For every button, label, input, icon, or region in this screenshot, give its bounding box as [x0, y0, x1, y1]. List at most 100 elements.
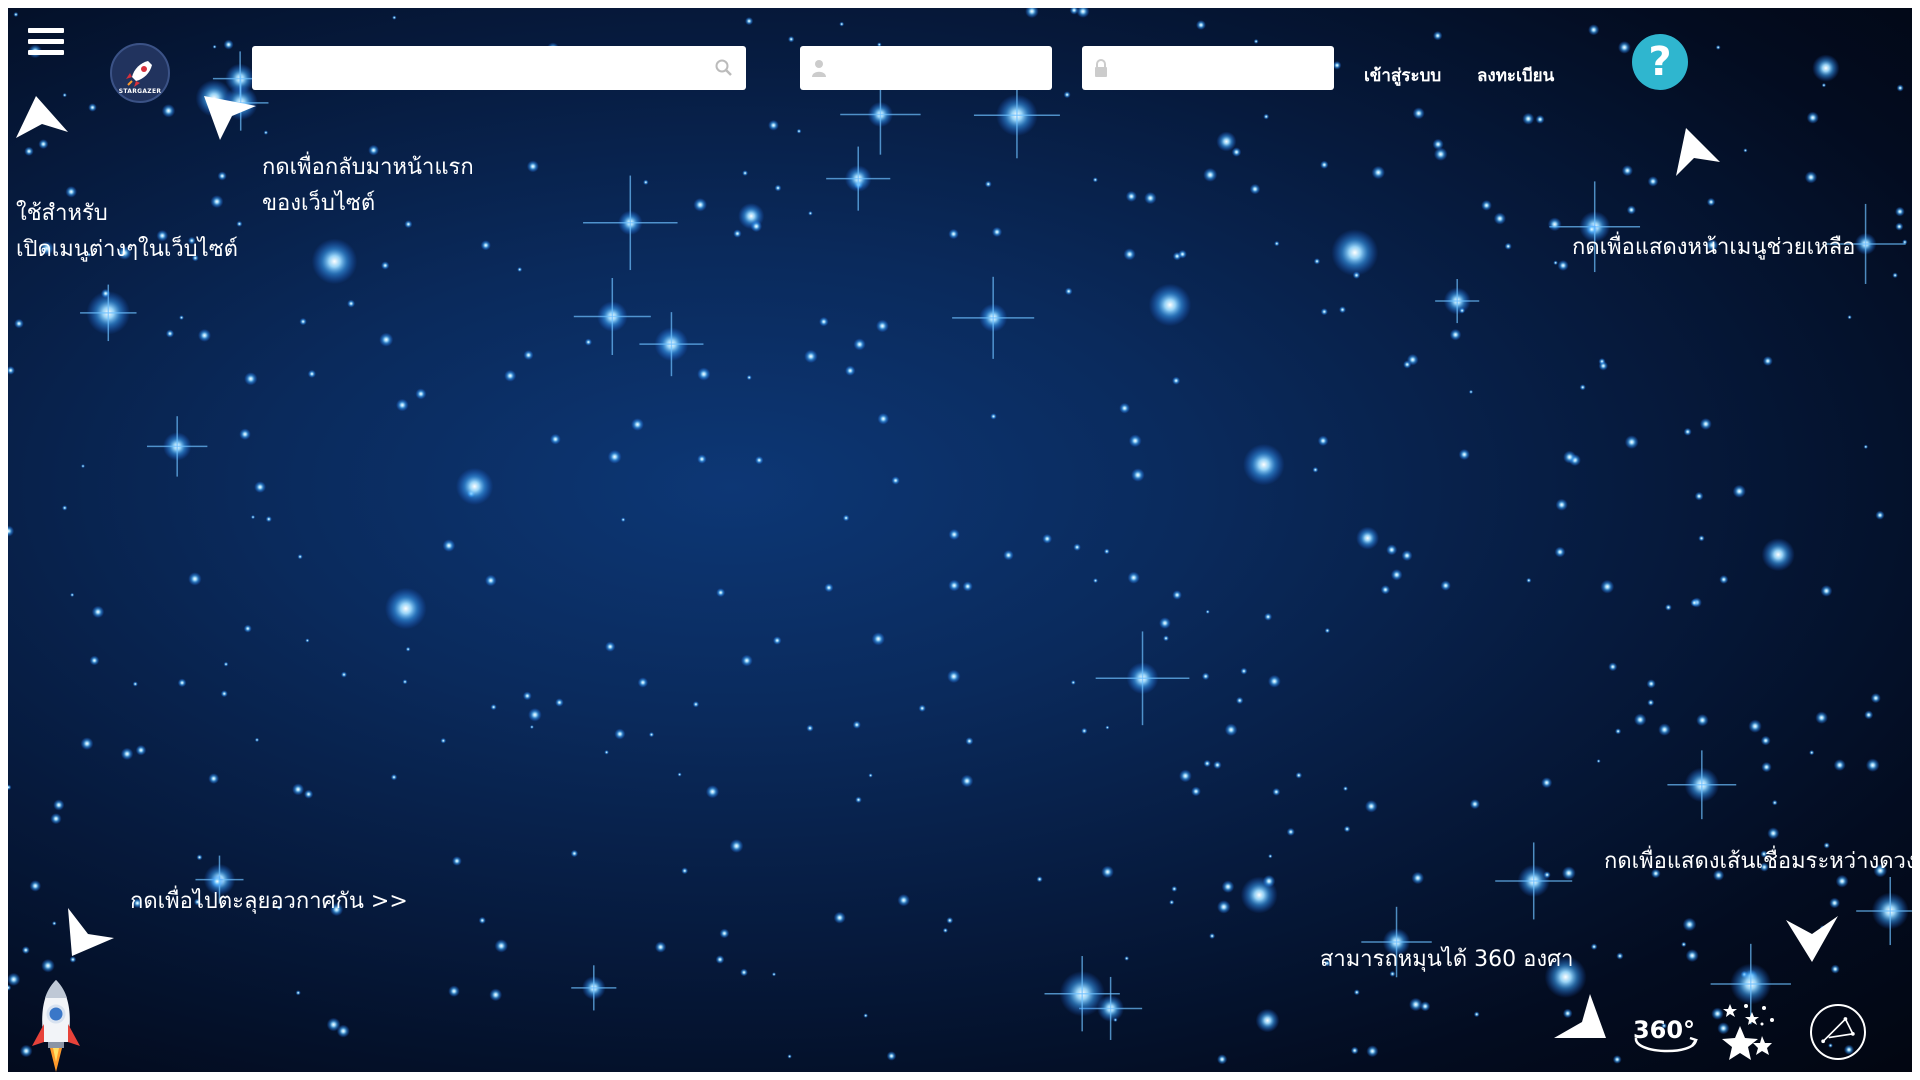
star	[1131, 468, 1145, 482]
star	[299, 317, 307, 326]
star	[81, 464, 85, 469]
star	[614, 728, 626, 740]
star	[808, 211, 813, 216]
star	[1263, 113, 1270, 120]
help-button[interactable]: ?	[1632, 34, 1688, 90]
star	[1320, 160, 1329, 169]
stars-toggle-button[interactable]	[1716, 998, 1786, 1068]
constellation-button[interactable]	[1804, 998, 1874, 1068]
rotate-360-button[interactable]: 360°	[1630, 998, 1700, 1068]
star	[1268, 854, 1273, 859]
star	[13, 12, 19, 17]
star	[379, 332, 394, 347]
travel-hint: กดเพื่อไปตะลุยอวกาศกัน >>	[130, 889, 408, 914]
user-icon	[812, 60, 826, 77]
star	[1706, 197, 1716, 207]
search-box[interactable]	[252, 46, 746, 90]
star	[1493, 212, 1506, 225]
star	[555, 698, 564, 707]
star	[1268, 674, 1281, 688]
star	[1553, 260, 1558, 266]
star	[478, 916, 486, 925]
star	[1715, 45, 1721, 50]
home-hint-line1: กดเพื่อกลับมาหน้าแรก	[262, 155, 474, 180]
star	[804, 349, 818, 364]
star	[1409, 997, 1423, 1012]
star	[29, 880, 42, 892]
star	[1073, 543, 1081, 551]
star	[1406, 353, 1419, 366]
star	[1815, 711, 1828, 724]
password-input[interactable]	[1082, 46, 1322, 90]
star	[177, 678, 187, 688]
star	[681, 867, 689, 875]
star	[942, 927, 949, 934]
star	[1350, 1046, 1359, 1055]
star	[833, 911, 846, 924]
space-viewport[interactable]: STARGAZER เข้าสู่ระบบ ลงทะเบียน ? ใช้สำห…	[8, 8, 1912, 1072]
star	[529, 725, 534, 729]
star	[1440, 580, 1451, 591]
star	[1203, 759, 1211, 768]
star	[440, 737, 447, 744]
star	[1172, 376, 1181, 385]
star	[772, 636, 782, 645]
star	[1647, 176, 1659, 187]
username-field[interactable]	[800, 46, 1052, 90]
star	[604, 750, 609, 755]
star	[62, 505, 68, 511]
star	[1262, 874, 1276, 888]
star	[217, 171, 227, 181]
star	[223, 39, 234, 50]
star	[852, 720, 861, 729]
constellation-hint: กดเพื่อแสดงเส้นเชื่อมระหว่างดวงดาว	[1604, 849, 1912, 874]
star	[1331, 229, 1379, 277]
star	[8, 984, 12, 991]
star	[1213, 760, 1222, 770]
star	[80, 737, 94, 750]
star	[1312, 466, 1319, 473]
home-logo-button[interactable]: STARGAZER	[110, 43, 170, 103]
star	[768, 119, 779, 131]
star	[1685, 949, 1699, 963]
star	[550, 433, 561, 445]
star	[697, 367, 711, 381]
password-field[interactable]	[1082, 46, 1334, 90]
star	[70, 592, 75, 598]
search-input[interactable]	[252, 46, 716, 90]
star	[1295, 772, 1303, 779]
star	[1690, 598, 1699, 607]
register-link[interactable]: ลงทะเบียน	[1477, 62, 1554, 89]
star	[494, 939, 508, 953]
star	[1320, 308, 1328, 316]
username-input[interactable]	[800, 46, 1040, 90]
star	[254, 481, 266, 493]
hamburger-menu-icon	[28, 28, 64, 33]
star	[620, 517, 626, 522]
star	[1070, 680, 1076, 685]
star	[208, 773, 220, 784]
star	[504, 369, 517, 382]
menu-button[interactable]	[28, 28, 64, 58]
star	[788, 36, 795, 43]
star	[1743, 148, 1748, 153]
star	[1191, 786, 1201, 797]
star	[1272, 787, 1281, 796]
star	[745, 17, 754, 26]
star	[1159, 617, 1171, 629]
star	[845, 365, 856, 376]
star	[733, 229, 742, 238]
star	[697, 454, 707, 464]
search-icon[interactable]	[714, 58, 734, 78]
star	[1526, 577, 1532, 584]
star	[654, 941, 667, 953]
star	[297, 554, 303, 560]
star	[855, 796, 862, 804]
star	[347, 299, 356, 308]
star	[774, 184, 782, 192]
star	[1127, 571, 1140, 584]
star	[1555, 498, 1568, 511]
login-link[interactable]: เข้าสู่ระบบ	[1364, 62, 1441, 89]
star	[1608, 662, 1618, 672]
rocket-launch-button[interactable]	[26, 976, 86, 1072]
